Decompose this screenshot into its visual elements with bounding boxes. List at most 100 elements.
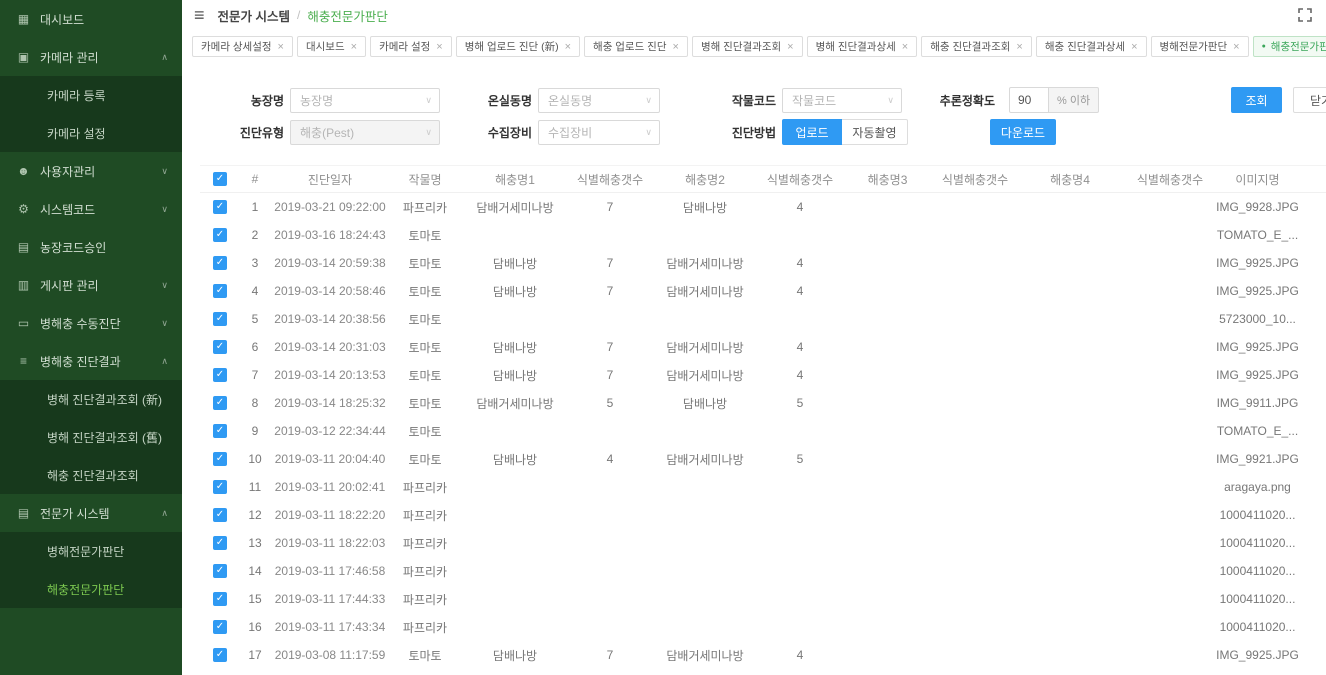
close-tab-icon[interactable]: × bbox=[787, 41, 793, 53]
tab-camera-settings[interactable]: 카메라 설정× bbox=[370, 36, 452, 57]
close-tab-icon[interactable]: × bbox=[1233, 41, 1239, 53]
cell-diagnosis-date: 2019-03-11 17:44:33 bbox=[270, 592, 390, 606]
sidebar-item-dashboard[interactable]: ▦대시보드 bbox=[0, 0, 182, 38]
cell-image-name: IMG_9925.JPG bbox=[1215, 368, 1300, 382]
device-select[interactable]: 수집장비 ∨ bbox=[538, 120, 660, 145]
row-checkbox[interactable]: ✓ bbox=[213, 368, 227, 382]
sidebar-subitem-disease-result-old[interactable]: 병해 진단결과조회 (舊) bbox=[0, 418, 182, 456]
table-row[interactable]: ✓62019-03-14 20:31:03토마토담배나방7담배거세미나방4IMG… bbox=[200, 333, 1326, 361]
cell-pest-name-2: 담배나방 bbox=[650, 199, 760, 216]
close-tab-icon[interactable]: × bbox=[902, 41, 908, 53]
close-button[interactable]: 닫기 bbox=[1293, 87, 1326, 113]
tab-dashboard[interactable]: 대시보드× bbox=[297, 36, 366, 57]
table-row[interactable]: ✓52019-03-14 20:38:56토마토5723000_10...201… bbox=[200, 305, 1326, 333]
sidebar-item-farm-code-approval[interactable]: ▤농장코드승인 bbox=[0, 228, 182, 266]
sidebar-subitem-disease-result-new[interactable]: 병해 진단결과조회 (新) bbox=[0, 380, 182, 418]
tab-disease-expert-judgment[interactable]: 병해전문가판단× bbox=[1151, 36, 1249, 57]
tab-label: 해충 진단결과조회 bbox=[930, 39, 1010, 54]
row-checkbox-cell: ✓ bbox=[200, 536, 240, 550]
row-checkbox[interactable]: ✓ bbox=[213, 312, 227, 326]
table-row[interactable]: ✓102019-03-11 20:04:40토마토담배나방4담배거세미나방5IM… bbox=[200, 445, 1326, 473]
greenhouse-label: 온실동명 bbox=[478, 92, 532, 109]
table-row[interactable]: ✓122019-03-11 18:22:20파프리카1000411020...2… bbox=[200, 501, 1326, 529]
sidebar-subitem-pest-result-inquiry[interactable]: 해충 진단결과조회 bbox=[0, 456, 182, 494]
sidebar-subitem-camera-settings[interactable]: 카메라 설정 bbox=[0, 114, 182, 152]
row-checkbox[interactable]: ✓ bbox=[213, 480, 227, 494]
table-row[interactable]: ✓82019-03-14 18:25:32토마토담배거세미나방5담배나방5IMG… bbox=[200, 389, 1326, 417]
table-row[interactable]: ✓162019-03-11 17:43:34파프리카1000411020...2… bbox=[200, 613, 1326, 641]
table-row[interactable]: ✓112019-03-11 20:02:41파프리카aragaya.png201… bbox=[200, 473, 1326, 501]
cell-pest-count-1: 7 bbox=[570, 200, 650, 214]
close-tab-icon[interactable]: × bbox=[351, 41, 357, 53]
tab-disease-result-inquiry[interactable]: 병해 진단결과조회× bbox=[692, 36, 803, 57]
table-row[interactable]: ✓152019-03-11 17:44:33파프리카1000411020...2… bbox=[200, 585, 1326, 613]
table-row[interactable]: ✓72019-03-14 20:13:53토마토담배나방7담배거세미나방4IMG… bbox=[200, 361, 1326, 389]
hamburger-menu-icon[interactable]: ≡ bbox=[194, 6, 205, 24]
sidebar-item-expert-system[interactable]: ▤전문가 시스템∧ bbox=[0, 494, 182, 532]
row-checkbox[interactable]: ✓ bbox=[213, 508, 227, 522]
sidebar-item-label: 시스템코드 bbox=[40, 201, 161, 218]
search-button[interactable]: 조회 bbox=[1231, 87, 1282, 113]
row-checkbox[interactable]: ✓ bbox=[213, 340, 227, 354]
row-checkbox[interactable]: ✓ bbox=[213, 648, 227, 662]
cell-row-number: 2 bbox=[240, 228, 270, 242]
fullscreen-icon[interactable] bbox=[1298, 8, 1312, 22]
row-checkbox[interactable]: ✓ bbox=[213, 200, 227, 214]
tab-pest-result-inquiry[interactable]: 해충 진단결과조회 × bbox=[921, 36, 1032, 57]
auto-capture-method-button[interactable]: 자동촬영 bbox=[842, 119, 908, 145]
row-checkbox[interactable]: ✓ bbox=[213, 228, 227, 242]
tab-pest-expert-judgment[interactable]: ●해충전문가판단× bbox=[1253, 36, 1326, 57]
upload-method-button[interactable]: 업로드 bbox=[782, 119, 842, 145]
sidebar-item-pest-manual-diagnosis[interactable]: ▭병해충 수동진단∨ bbox=[0, 304, 182, 342]
row-checkbox[interactable]: ✓ bbox=[213, 284, 227, 298]
row-checkbox[interactable]: ✓ bbox=[213, 424, 227, 438]
cell-pest-name-1: 담배나방 bbox=[460, 255, 570, 272]
close-tab-icon[interactable]: × bbox=[565, 41, 571, 53]
row-checkbox[interactable]: ✓ bbox=[213, 592, 227, 606]
row-checkbox[interactable]: ✓ bbox=[213, 564, 227, 578]
tab-pest-result-detail[interactable]: 해충 진단결과상세× bbox=[1036, 36, 1147, 57]
row-checkbox[interactable]: ✓ bbox=[213, 396, 227, 410]
select-all-checkbox[interactable]: ✓ bbox=[213, 172, 227, 186]
sidebar-item-system-code[interactable]: ⚙시스템코드∨ bbox=[0, 190, 182, 228]
cell-diagnosis-date: 2019-03-16 18:24:43 bbox=[270, 228, 390, 242]
row-checkbox[interactable]: ✓ bbox=[213, 452, 227, 466]
tab-disease-upload-diagnosis[interactable]: 병해 업로드 진단 (新)× bbox=[456, 36, 580, 57]
cell-image-name: IMG_9925.JPG bbox=[1215, 284, 1300, 298]
cell-pest-name-2: 담배거세미나방 bbox=[650, 255, 760, 272]
tab-pest-upload-diagnosis[interactable]: 해충 업로드 진단× bbox=[584, 36, 688, 57]
diagnosis-type-select[interactable]: 해충(Pest) ∨ bbox=[290, 120, 440, 145]
close-tab-icon[interactable]: × bbox=[1131, 41, 1137, 53]
row-checkbox[interactable]: ✓ bbox=[213, 256, 227, 270]
sidebar-subitem-camera-register[interactable]: 카메라 등록 bbox=[0, 76, 182, 114]
close-tab-icon[interactable]: × bbox=[278, 41, 284, 53]
table-row[interactable]: ✓32019-03-14 20:59:38토마토담배나방7담배거세미나방4IMG… bbox=[200, 249, 1326, 277]
close-tab-icon[interactable]: × bbox=[673, 41, 679, 53]
row-checkbox[interactable]: ✓ bbox=[213, 536, 227, 550]
sidebar-item-pest-diagnosis-result[interactable]: ≡병해충 진단결과∧ bbox=[0, 342, 182, 380]
close-tab-icon[interactable]: × bbox=[1016, 41, 1022, 53]
farm-name-select[interactable]: 농장명 ∨ bbox=[290, 88, 440, 113]
table-row[interactable]: ✓22019-03-16 18:24:43토마토TOMATO_E_...2019 bbox=[200, 221, 1326, 249]
close-tab-icon[interactable]: × bbox=[436, 41, 442, 53]
sidebar-item-board-management[interactable]: ▥게시판 관리∨ bbox=[0, 266, 182, 304]
sidebar-subitem-disease-expert-judgment[interactable]: 병해전문가판단 bbox=[0, 532, 182, 570]
download-button[interactable]: 다운로드 bbox=[990, 119, 1056, 145]
sidebar-item-user-management[interactable]: ☻사용자관리∨ bbox=[0, 152, 182, 190]
row-checkbox[interactable]: ✓ bbox=[213, 620, 227, 634]
sidebar-subitem-pest-expert-judgment[interactable]: 해충전문가판단 bbox=[0, 570, 182, 608]
row-checkbox-cell: ✓ bbox=[200, 256, 240, 270]
tab-disease-result-detail[interactable]: 병해 진단결과상세× bbox=[807, 36, 918, 57]
table-row[interactable]: ✓132019-03-11 18:22:03파프리카1000411020...2… bbox=[200, 529, 1326, 557]
cell-diagnosis-date: 2019-03-14 20:38:56 bbox=[270, 312, 390, 326]
table-row[interactable]: ✓92019-03-12 22:34:44토마토TOMATO_E_...2019 bbox=[200, 417, 1326, 445]
table-row[interactable]: ✓12019-03-21 09:22:00파프리카담배거세미나방7담배나방4IM… bbox=[200, 193, 1326, 221]
table-row[interactable]: ✓172019-03-08 11:17:59토마토담배나방7담배거세미나방4IM… bbox=[200, 641, 1326, 669]
sidebar-item-camera-management[interactable]: ▣카메라 관리∧ bbox=[0, 38, 182, 76]
table-row[interactable]: ✓42019-03-14 20:58:46토마토담배나방7담배거세미나방4IMG… bbox=[200, 277, 1326, 305]
table-row[interactable]: ✓142019-03-11 17:46:58파프리카1000411020...2… bbox=[200, 557, 1326, 585]
greenhouse-select[interactable]: 온실동명 ∨ bbox=[538, 88, 660, 113]
crop-code-select[interactable]: 작물코드 ∨ bbox=[782, 88, 902, 113]
accuracy-input[interactable]: 90 bbox=[1009, 87, 1049, 113]
tab-camera-detail-settings[interactable]: 카메라 상세설정× bbox=[192, 36, 293, 57]
